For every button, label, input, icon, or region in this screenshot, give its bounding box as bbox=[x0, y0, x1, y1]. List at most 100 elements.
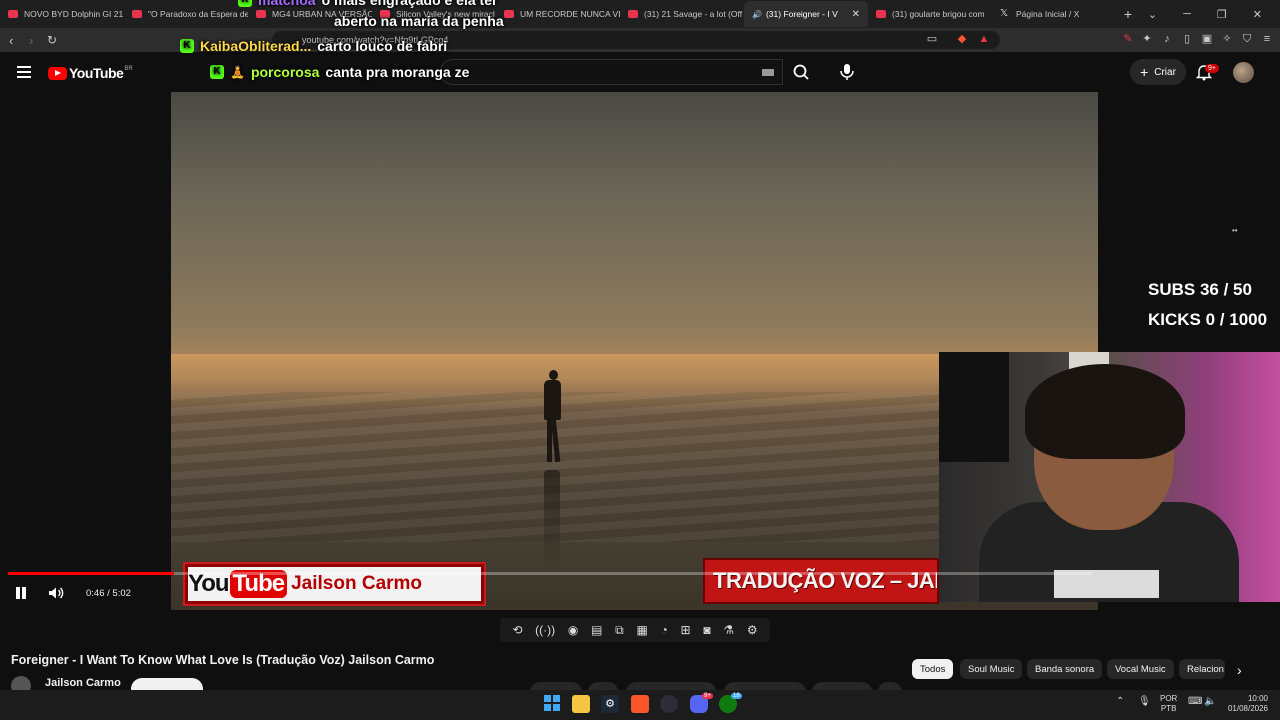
clock[interactable]: 10:00 01/08/2026 bbox=[1226, 694, 1268, 714]
search-input[interactable] bbox=[440, 59, 783, 85]
player-extension-toolbar: ⟲ ((·)) ◉ ▤ ⧉ ▦ ◔ ⊞ ◙ ⚗ ⚙ bbox=[500, 618, 770, 642]
create-button[interactable]: + Criar bbox=[1130, 59, 1186, 85]
tab-label: "O Paradoxo da Espera de bbox=[148, 9, 248, 19]
tab-2[interactable]: "O Paradoxo da Espera de bbox=[124, 1, 248, 27]
voice-search-button[interactable] bbox=[836, 60, 858, 84]
speaker-tray-icon[interactable]: 🔈 bbox=[1204, 696, 1216, 707]
leo-ai-icon[interactable]: ✧ bbox=[1221, 33, 1233, 45]
audio-wave-icon[interactable]: ((·)) bbox=[535, 623, 555, 637]
chip-todos[interactable]: Todos bbox=[912, 659, 954, 679]
pause-button[interactable] bbox=[14, 586, 28, 600]
tab-5[interactable]: UM RECORDE NUNCA VI bbox=[496, 1, 620, 27]
youtube-header: YouTube BR bbox=[0, 52, 1280, 92]
volume-button[interactable] bbox=[48, 586, 66, 600]
minimize-icon[interactable]: ─ bbox=[1183, 8, 1191, 21]
chevron-right-icon[interactable]: › bbox=[1237, 662, 1242, 678]
app-icon[interactable] bbox=[660, 695, 678, 713]
x-icon: 𝕏 bbox=[1000, 8, 1009, 19]
chat-text: o mais engraçado é ela ter bbox=[321, 0, 498, 8]
mic-tray-icon[interactable]: 🎙 bbox=[1138, 696, 1151, 707]
clock-date: 01/08/2026 bbox=[1227, 704, 1268, 713]
chip-soul-music[interactable]: Soul Music bbox=[960, 659, 1023, 679]
theater-icon[interactable]: ▦ bbox=[636, 623, 647, 637]
screenshot-icon[interactable]: ◙ bbox=[703, 623, 710, 637]
extensions-icon[interactable]: ✦ bbox=[1141, 33, 1153, 45]
close-tab-icon[interactable]: ✕ bbox=[848, 9, 860, 20]
chat-user: KaibaObliterad... bbox=[200, 38, 312, 54]
microphone-icon bbox=[840, 64, 854, 80]
tab-9[interactable]: 𝕏 Página Inicial / X bbox=[992, 1, 1116, 27]
tab-label: NOVO BYD Dolphin GI 21 bbox=[24, 9, 124, 19]
youtube-play-icon bbox=[48, 66, 67, 80]
tab-label: Página Inicial / X bbox=[1016, 9, 1080, 19]
user-avatar[interactable] bbox=[1233, 62, 1254, 83]
music-icon[interactable]: ♪ bbox=[1161, 33, 1173, 45]
kick-badge-icon: K bbox=[180, 39, 194, 53]
kick-badge-icon: K bbox=[238, 0, 252, 7]
xbox-badge: 18 bbox=[731, 693, 742, 699]
tray-chevron-up-icon[interactable]: ⌃ bbox=[1116, 696, 1124, 707]
youtube-icon bbox=[8, 10, 18, 18]
tab-1[interactable]: NOVO BYD Dolphin GI 21 bbox=[0, 1, 124, 27]
youtube-icon bbox=[628, 10, 638, 18]
file-explorer-icon[interactable] bbox=[572, 695, 590, 713]
keyboard-icon[interactable] bbox=[762, 69, 774, 76]
tab-8[interactable]: (31) goularte brigou com bbox=[868, 1, 992, 27]
brave-shield-icon[interactable]: ◆ bbox=[956, 33, 968, 45]
silhouette-figure bbox=[540, 370, 566, 470]
forward-icon[interactable]: › bbox=[29, 33, 33, 48]
chip-banda-sonora[interactable]: Banda sonora bbox=[1027, 659, 1103, 679]
youtube-icon bbox=[256, 10, 266, 18]
keyboard-layout: PTB bbox=[1160, 704, 1177, 713]
vpn-icon[interactable]: ⛉ bbox=[1241, 33, 1253, 45]
network-icon[interactable]: ⌨ bbox=[1188, 696, 1202, 707]
tab-7-active[interactable]: 🔊 (31) Foreigner - I V ✕ bbox=[744, 1, 868, 27]
restore-icon[interactable]: ❐ bbox=[1217, 8, 1227, 21]
extension-pen-icon[interactable]: ✎ bbox=[1122, 33, 1134, 45]
new-tab-button[interactable]: + bbox=[1116, 6, 1140, 22]
chip-vocal-music[interactable]: Vocal Music bbox=[1107, 659, 1174, 679]
speed-icon[interactable]: ◔ bbox=[661, 623, 668, 637]
tab-6[interactable]: (31) 21 Savage - a lot (Off bbox=[620, 1, 744, 27]
wallet-icon[interactable]: ▣ bbox=[1201, 33, 1213, 45]
hamburger-menu-icon[interactable] bbox=[17, 66, 31, 78]
menu-icon[interactable]: ≡ bbox=[1261, 33, 1273, 45]
tab-search-icon[interactable]: ⌄ bbox=[1148, 8, 1157, 21]
close-window-icon[interactable]: ✕ bbox=[1253, 8, 1262, 21]
cinema-icon[interactable]: ▤ bbox=[591, 623, 602, 637]
streamer-webcam bbox=[939, 352, 1280, 602]
language-indicator[interactable]: POR PTB bbox=[1160, 694, 1177, 714]
chat-message: aberto na maria da penha bbox=[334, 13, 504, 29]
tab-label: (31) 21 Savage - a lot (Off bbox=[644, 9, 743, 19]
create-label: Criar bbox=[1154, 66, 1176, 78]
youtube-logo[interactable]: YouTube BR bbox=[48, 65, 133, 81]
chat-text: aberto na maria da penha bbox=[334, 13, 504, 29]
clock-time: 10:00 bbox=[1247, 694, 1268, 703]
back-icon[interactable]: ‹ bbox=[9, 33, 13, 48]
chip-relacionados[interactable]: Relacion bbox=[1179, 659, 1225, 679]
windows-start-icon[interactable] bbox=[544, 695, 560, 711]
search-icon bbox=[793, 64, 809, 80]
channel-name[interactable]: Jailson Carmo bbox=[45, 677, 121, 689]
eye-icon[interactable]: ◉ bbox=[568, 623, 578, 637]
steam-icon[interactable]: ⚙ bbox=[601, 695, 619, 713]
brave-browser-icon[interactable] bbox=[631, 695, 649, 713]
speaker-icon[interactable]: 🔊 bbox=[752, 10, 762, 19]
cast-icon[interactable]: ▭ bbox=[926, 33, 938, 45]
add-icon[interactable]: ⊞ bbox=[681, 623, 691, 637]
search-button[interactable] bbox=[783, 59, 821, 85]
mini-player-icon[interactable]: ⧉ bbox=[615, 623, 624, 638]
browser-tab-strip: NOVO BYD Dolphin GI 21 "O Paradoxo da Es… bbox=[0, 0, 1280, 28]
reload-icon[interactable]: ↻ bbox=[47, 33, 57, 47]
loop-icon[interactable]: ⟲ bbox=[512, 623, 522, 637]
banner-name: Jailson Carmo bbox=[291, 573, 423, 594]
settings-gear-icon[interactable]: ⚙ bbox=[747, 623, 758, 637]
kick-badge-icon: K bbox=[210, 65, 224, 79]
figure-reflection bbox=[544, 470, 560, 570]
youtube-icon bbox=[132, 10, 142, 18]
flask-icon[interactable]: ⚗ bbox=[723, 623, 734, 637]
chat-message: K 🧘 porcorosa canta pra moranga ze bbox=[210, 64, 469, 80]
brave-rewards-icon[interactable]: ▲ bbox=[978, 33, 990, 45]
sidebar-icon[interactable]: ▯ bbox=[1181, 33, 1193, 45]
logo-text: YouTube bbox=[69, 65, 124, 81]
